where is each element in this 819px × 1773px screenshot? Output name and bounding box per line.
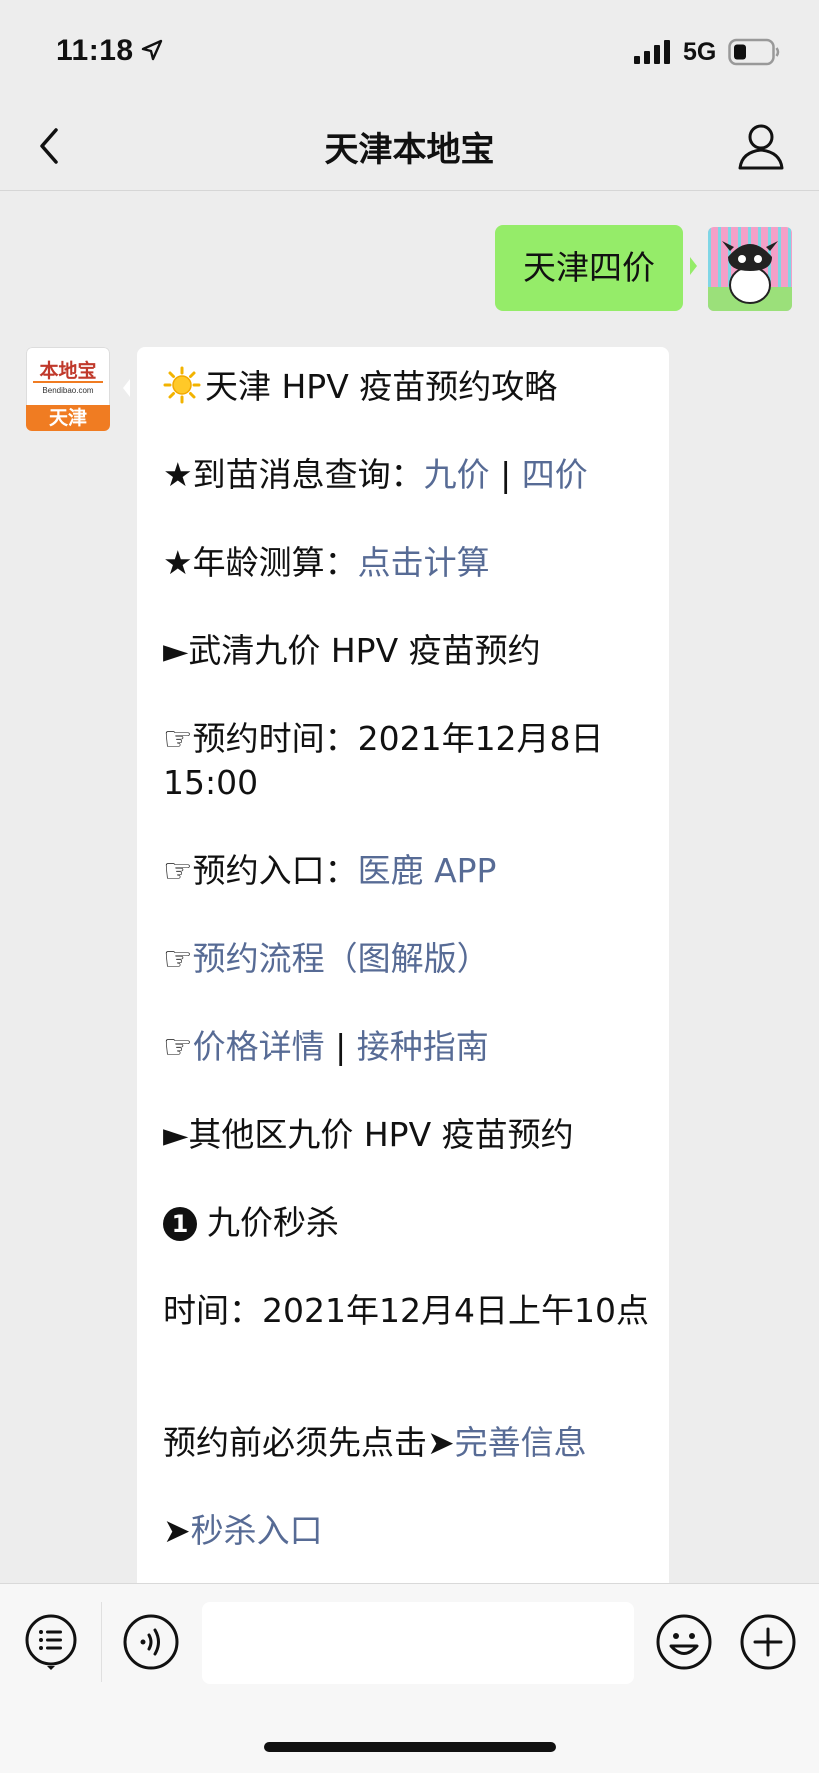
appointment-entry-label: ☞预约入口： <box>163 851 358 890</box>
plus-icon[interactable] <box>739 1613 797 1671</box>
network-type: 5G <box>683 38 717 66</box>
link-four-valent[interactable]: 四价 <box>522 455 588 494</box>
status-bar: 11:18 5G <box>0 0 819 100</box>
avatar-city-label: 天津 <box>26 405 110 431</box>
link-complete-info[interactable]: 完善信息 <box>455 1423 587 1462</box>
hand-pointer-glyph: ☞ <box>163 1027 193 1066</box>
message-line-appointment-time: ☞预约时间：2021年12月8日 15:00 <box>163 719 604 802</box>
message-line-complete-info: 预约前必须先点击➤完善信息 <box>163 1421 653 1465</box>
status-time: 11:18 <box>56 34 134 67</box>
number-badge: 1 <box>163 1207 197 1241</box>
outgoing-message-bubble[interactable]: 天津四价 <box>495 225 697 311</box>
home-indicator[interactable] <box>264 1742 556 1752</box>
sun-icon <box>163 366 201 404</box>
message-line-age-calc: ★年龄测算：点击计算 <box>163 541 653 585</box>
link-click-calculate[interactable]: 点击计算 <box>358 543 490 582</box>
location-arrow-icon <box>141 39 163 61</box>
vaccine-query-label: ★到苗消息查询： <box>163 455 424 494</box>
avatar-logo-site: Bendibao.com <box>42 386 94 395</box>
message-line-wuqing-heading: ►武清九价 HPV 疫苗预约 <box>163 631 541 670</box>
chat-area[interactable]: 天津四价 本地宝 Bendibao.com 天津 天津 HPV 疫苗预约攻略 ★… <box>0 191 819 1583</box>
complete-info-label: 预约前必须先点击➤ <box>163 1423 455 1462</box>
message-line-flash-sale-time: 时间：2021年12月4日上午10点 <box>163 1291 649 1330</box>
user-avatar-image <box>708 227 792 311</box>
link-flash-sale-entry[interactable]: 秒杀入口 <box>191 1511 323 1550</box>
incoming-message-bubble[interactable]: 天津 HPV 疫苗预约攻略 ★到苗消息查询：九价 | 四价 ★年龄测算：点击计算… <box>123 347 669 1583</box>
input-bar-divider <box>101 1602 102 1682</box>
separator: | <box>489 455 522 494</box>
age-calc-label: ★年龄测算： <box>163 543 358 582</box>
message-line-process: ☞预约流程（图解版） <box>163 937 653 981</box>
voice-icon[interactable] <box>122 1613 180 1671</box>
avatar-logo-text: 本地宝 <box>39 360 97 382</box>
person-icon[interactable] <box>736 120 786 172</box>
avatar-logo-line <box>33 381 103 383</box>
message-line-appointment-entry: ☞预约入口：医鹿 APP <box>163 849 653 893</box>
link-price-details[interactable]: 价格详情 <box>193 1027 325 1066</box>
flash-sale-text: 九价秒杀 <box>207 1203 339 1242</box>
arrow-glyph: ➤ <box>163 1511 191 1550</box>
separator: | <box>324 1027 357 1066</box>
list-menu-icon[interactable] <box>22 1613 80 1671</box>
message-input[interactable] <box>202 1602 634 1684</box>
signal-icon <box>634 40 670 64</box>
message-line-flash-sale: 1 九价秒杀 <box>163 1201 653 1245</box>
message-line-flash-sale-entry: ➤秒杀入口 <box>163 1509 653 1553</box>
link-appointment-process[interactable]: 预约流程（图解版） <box>193 939 490 978</box>
page-title: 天津本地宝 <box>324 130 495 170</box>
hand-pointer-glyph: ☞ <box>163 939 193 978</box>
user-avatar[interactable] <box>708 227 792 311</box>
link-nine-valent[interactable]: 九价 <box>424 455 490 494</box>
message-line-price-guide: ☞价格详情 | 接种指南 <box>163 1025 653 1069</box>
message-title-text: 天津 HPV 疫苗预约攻略 <box>205 367 558 406</box>
link-yilu-app[interactable]: 医鹿 APP <box>358 851 497 890</box>
nav-bar: 天津本地宝 <box>0 100 819 191</box>
message-line-vaccine-query: ★到苗消息查询：九价 | 四价 <box>163 453 653 497</box>
battery-icon <box>728 38 780 66</box>
message-line-other-districts-heading: ►其他区九价 HPV 疫苗预约 <box>163 1115 574 1154</box>
emoji-icon[interactable] <box>655 1613 713 1671</box>
link-vaccination-guide[interactable]: 接种指南 <box>357 1027 489 1066</box>
official-account-avatar[interactable]: 本地宝 Bendibao.com 天津 <box>26 347 110 431</box>
avatar-logo-area: 本地宝 Bendibao.com <box>26 347 110 407</box>
message-title: 天津 HPV 疫苗预约攻略 <box>163 365 653 409</box>
